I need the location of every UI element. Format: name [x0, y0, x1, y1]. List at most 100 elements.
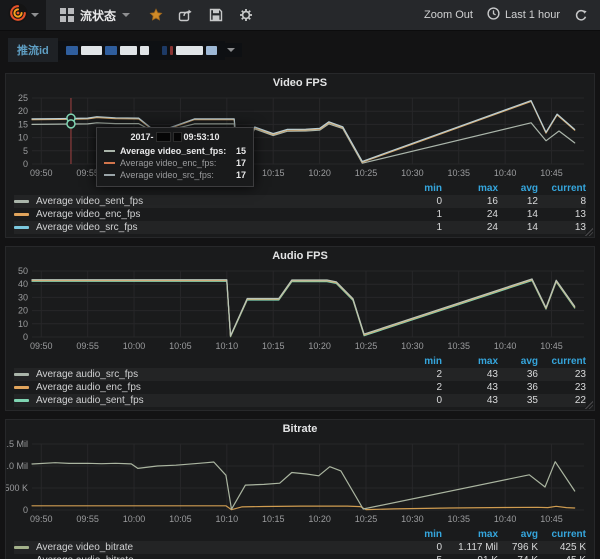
- legend-series-label[interactable]: Average audio_src_fps: [36, 369, 408, 380]
- svg-text:10:00: 10:00: [123, 514, 146, 524]
- legend-stat-value: 1: [436, 209, 442, 220]
- legend-column-header-avg[interactable]: avg: [498, 356, 538, 367]
- legend-stat-value: 13: [574, 222, 586, 233]
- legend-series-label[interactable]: Average audio_bitrate: [36, 555, 408, 559]
- legend-column-header-max[interactable]: max: [442, 529, 498, 540]
- svg-text:10:05: 10:05: [169, 514, 192, 524]
- video-fps-legend: min max avg current Average video_sent_fps 0 1…: [6, 182, 594, 237]
- svg-text:40: 40: [18, 279, 28, 289]
- legend-series-label[interactable]: Average audio_sent_fps: [36, 395, 408, 406]
- series-line: [31, 461, 576, 510]
- legend-stat-value: 0: [436, 395, 442, 406]
- hover-point-marker: [66, 119, 76, 129]
- refresh-button[interactable]: [574, 9, 588, 22]
- svg-text:10:40: 10:40: [494, 514, 517, 524]
- dashboard-picker[interactable]: 流状态: [46, 0, 142, 30]
- grafana-menu-button[interactable]: [0, 0, 46, 30]
- legend-stat-value: 24: [486, 222, 498, 233]
- series-color-swatch-icon[interactable]: [14, 373, 29, 376]
- svg-text:10:40: 10:40: [494, 168, 517, 178]
- chart-canvas: 09:5009:5510:0010:0510:1010:1510:2010:25…: [18, 93, 584, 178]
- svg-text:10:30: 10:30: [401, 514, 424, 524]
- redacted-segment: [205, 45, 217, 55]
- chevron-down-icon: [226, 48, 235, 52]
- series-color-swatch-icon[interactable]: [14, 226, 29, 229]
- panel-audio-fps: Audio FPS 09:50 09:55 10:00 10:05 10:10 10:15…: [5, 246, 595, 411]
- variable-label: 推流id: [8, 38, 58, 62]
- chevron-down-icon: [122, 13, 131, 17]
- variable-value-dropdown[interactable]: [57, 40, 225, 60]
- panel-title[interactable]: Audio FPS: [6, 247, 594, 267]
- legend-series-label[interactable]: Average audio_enc_fps: [36, 382, 408, 393]
- legend-row: Average video_bitrate 0 1.117 Mil 796 K 425 …: [14, 541, 586, 554]
- legend-series-label[interactable]: Average video_bitrate: [36, 542, 408, 553]
- legend-stat-value: 12: [526, 196, 538, 207]
- series-color-swatch-icon[interactable]: [14, 386, 29, 389]
- legend-header: min max avg current: [14, 355, 586, 368]
- legend-column-header-current[interactable]: current: [538, 356, 586, 367]
- legend-series-label[interactable]: Average video_enc_fps: [36, 209, 408, 220]
- legend-stat-value: 2: [436, 369, 442, 380]
- legend-column-header-min[interactable]: min: [408, 529, 442, 540]
- tooltip-series-row: Average video_sent_fps: 15: [104, 145, 246, 157]
- redacted-segment: [80, 45, 102, 55]
- svg-text:10:45: 10:45: [540, 514, 563, 524]
- legend-column-header-current[interactable]: current: [538, 529, 586, 540]
- share-icon[interactable]: [178, 8, 193, 23]
- svg-text:10:15: 10:15: [262, 168, 285, 178]
- variable-dropdown-caret[interactable]: [224, 43, 242, 57]
- tooltip-series-row: Average video_src_fps: 17: [104, 169, 246, 181]
- svg-text:10:05: 10:05: [169, 341, 192, 351]
- svg-text:0: 0: [23, 159, 28, 169]
- legend-column-header-avg[interactable]: avg: [498, 529, 538, 540]
- redacted-segment: [65, 45, 78, 55]
- series-color-swatch-icon[interactable]: [14, 213, 29, 216]
- svg-text:10:40: 10:40: [494, 341, 517, 351]
- svg-text:1.5 Mil: 1.5 Mil: [6, 440, 28, 449]
- timepicker-area: Zoom Out Last 1 hour: [424, 7, 600, 23]
- redacted-segment: [119, 45, 137, 55]
- svg-text:10:30: 10:30: [401, 341, 424, 351]
- tooltip-series-label: Average video_sent_fps:: [120, 146, 227, 156]
- legend-stat-value: 23: [574, 369, 586, 380]
- tooltip-series-row: Average video_enc_fps: 17: [104, 157, 246, 169]
- bitrate-chart[interactable]: 09:50 09:55 10:00 10:05 10:10 10:15 10:20 10:25…: [1, 439, 594, 528]
- panel-title[interactable]: Video FPS: [6, 74, 594, 94]
- series-color-swatch-icon[interactable]: [14, 200, 29, 203]
- legend-column-header-avg[interactable]: avg: [498, 183, 538, 194]
- variable-value-redacted: [65, 45, 217, 55]
- panel-title[interactable]: Bitrate: [6, 420, 594, 440]
- legend-column-header-max[interactable]: max: [442, 183, 498, 194]
- panel-resize-handle[interactable]: [585, 228, 593, 236]
- series-line: [31, 279, 576, 337]
- svg-text:50: 50: [18, 267, 28, 276]
- top-navbar: 流状态 Zoom Out Last 1 hour: [0, 0, 600, 31]
- gear-icon[interactable]: [238, 8, 253, 23]
- series-color-swatch-icon[interactable]: [14, 399, 29, 402]
- series-color-swatch-icon[interactable]: [14, 546, 29, 549]
- time-range-picker[interactable]: Last 1 hour: [487, 7, 560, 23]
- legend-series-label[interactable]: Average video_src_fps: [36, 222, 408, 233]
- legend-column-header-min[interactable]: min: [408, 183, 442, 194]
- svg-text:10:35: 10:35: [447, 168, 470, 178]
- legend-column-header-min[interactable]: min: [408, 356, 442, 367]
- svg-text:09:55: 09:55: [76, 514, 99, 524]
- panel-resize-handle[interactable]: [585, 401, 593, 409]
- audio-fps-chart[interactable]: 09:50 09:55 10:00 10:05 10:10 10:15 10:20 10:25…: [6, 266, 594, 355]
- redacted-segment: [175, 45, 203, 55]
- legend-series-label[interactable]: Average video_sent_fps: [36, 196, 408, 207]
- redaction-block: [172, 132, 182, 142]
- legend-column-header-max[interactable]: max: [442, 356, 498, 367]
- legend-stat-value: 43: [486, 382, 498, 393]
- zoom-out-button[interactable]: Zoom Out: [424, 9, 473, 21]
- legend-stat-value: 36: [526, 382, 538, 393]
- grafana-dashboard: 流状态 Zoom Out Last 1 hour 推流id Video FPS …: [0, 0, 600, 559]
- save-icon[interactable]: [208, 8, 223, 23]
- star-icon[interactable]: [148, 8, 163, 23]
- tooltip-series-label: Average video_src_fps:: [120, 170, 214, 180]
- audio-fps-legend: min max avg current Average audio_src_fps 2 43…: [6, 355, 594, 410]
- video-fps-chart[interactable]: 09:5009:5510:0010:0510:1010:1510:2010:25…: [6, 93, 594, 182]
- legend-column-header-current[interactable]: current: [538, 183, 586, 194]
- series-color-dash-icon: [104, 174, 115, 176]
- svg-text:1.0 Mil: 1.0 Mil: [6, 461, 28, 471]
